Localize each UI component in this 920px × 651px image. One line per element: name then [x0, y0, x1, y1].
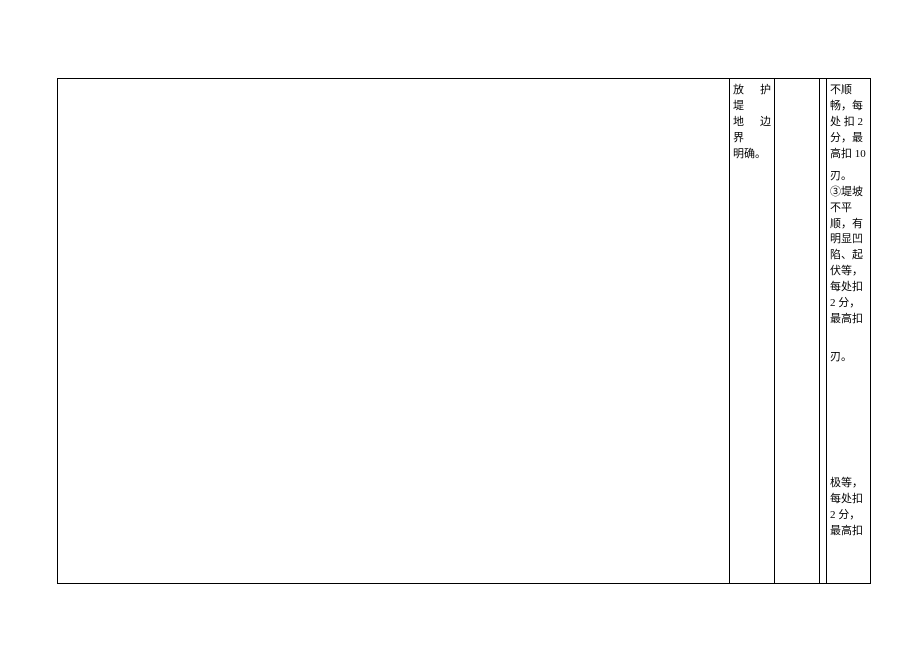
- cell-main: [58, 79, 730, 584]
- cell-line: 地 边 界: [733, 115, 771, 147]
- table-row: 放 护 堤 地 边 界 明确。 不顺畅，每 处 扣 2 分，最高扣 10 刃。 …: [58, 79, 871, 584]
- cell-line: 明确。: [733, 147, 771, 163]
- cell-deduction: 不顺畅，每 处 扣 2 分，最高扣 10 刃。 ③堤坡不平顺，有明显凹陷、起伏等…: [827, 79, 871, 584]
- cell-standard: 放 护 堤 地 边 界 明确。: [730, 79, 775, 584]
- cell-line: 放 护 堤: [733, 83, 771, 115]
- spacer: [830, 366, 867, 476]
- deduction-para-3: 极等，每处扣 2 分，最高扣: [830, 476, 867, 540]
- spacer: [830, 328, 867, 350]
- deduction-para-1-tail: 刃。: [830, 169, 867, 185]
- document-page: 放 护 堤 地 边 界 明确。 不顺畅，每 处 扣 2 分，最高扣 10 刃。 …: [0, 0, 920, 651]
- deduction-para-2: ③堤坡不平顺，有明显凹陷、起伏等，每处扣 2 分，最高扣: [830, 185, 867, 328]
- deduction-para-2-tail: 刃。: [830, 350, 867, 366]
- deduction-para-1: 不顺畅，每 处 扣 2 分，最高扣 10: [830, 83, 867, 163]
- cell-empty: [775, 79, 820, 584]
- cell-spacer: [820, 79, 827, 584]
- scoring-table: 放 护 堤 地 边 界 明确。 不顺畅，每 处 扣 2 分，最高扣 10 刃。 …: [57, 78, 871, 584]
